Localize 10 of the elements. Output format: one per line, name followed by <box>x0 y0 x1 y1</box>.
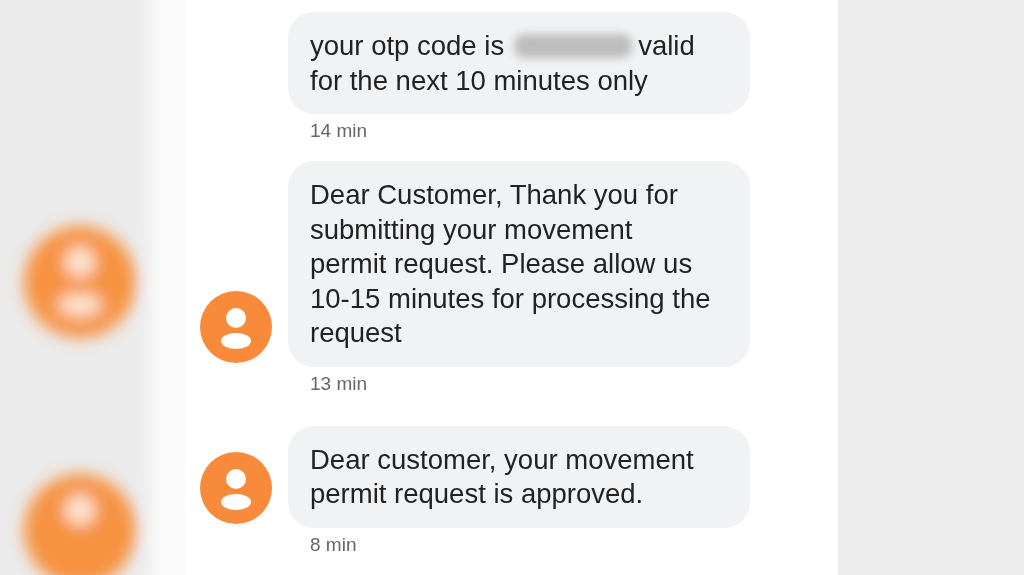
avatar-icon <box>200 451 272 524</box>
message-time: 13 min <box>309 371 369 396</box>
message-time: 14 min <box>309 119 369 143</box>
message-text: Dear customer, your movement permit request is approved. <box>310 443 694 509</box>
message-text: your otp code is <box>310 29 505 63</box>
message-text: Dear Customer, Thank you for submitting your movement permit request. Please allow us 10-15 minutes for processing the request <box>310 179 711 348</box>
avatar-icon <box>200 290 272 363</box>
message-text: valid <box>638 29 695 63</box>
message-text: for the next 10 minutes only <box>310 63 648 98</box>
message-time: 8 min <box>309 532 358 557</box>
